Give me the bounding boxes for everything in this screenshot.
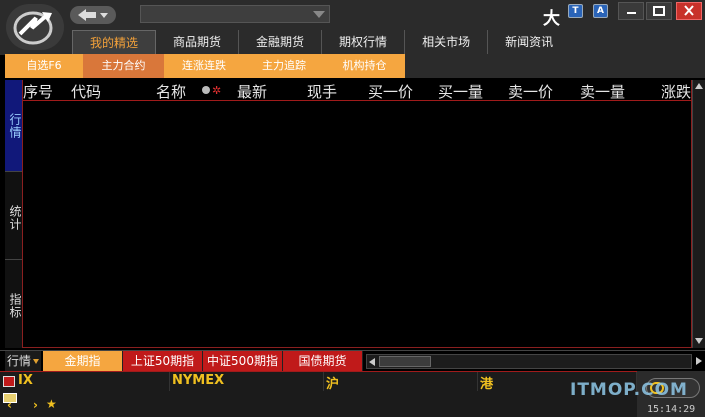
text-a-icon[interactable]: A: [593, 4, 608, 18]
market-tab-sse50[interactable]: 上证50期指: [123, 351, 203, 371]
tab-financial-futures[interactable]: 金融期货: [239, 30, 323, 54]
search-combobox[interactable]: [140, 5, 330, 23]
col-header-bid-price[interactable]: 买一价: [368, 81, 413, 102]
subtab-institutional-holdings[interactable]: 机构持仓: [324, 54, 405, 78]
subtab-main-tracking[interactable]: 主力追踪: [244, 54, 324, 78]
minimize-button[interactable]: [618, 2, 644, 20]
quote-table[interactable]: 序号 代码 名称 ✲ 最新 现手 买一价 买一量 卖一价 卖一量 涨跌: [22, 80, 693, 348]
subtab-consecutive-moves[interactable]: 连涨连跌: [164, 54, 244, 78]
app-logo-icon: [6, 4, 64, 50]
dot-icon[interactable]: [202, 86, 210, 94]
scroll-left-icon[interactable]: [369, 358, 375, 366]
subtab-watchlist[interactable]: 自选F6: [5, 54, 83, 78]
sidetab-indicators[interactable]: 指标: [5, 260, 22, 348]
market-tab-bar: 行情 金期指 上证50期指 中证500期指 国债期货: [0, 350, 705, 371]
tab-options-quotes[interactable]: 期权行情: [322, 30, 406, 54]
table-header: 序号 代码 名称 ✲ 最新 现手 买一价 买一量 卖一价 卖一量 涨跌: [23, 80, 693, 101]
back-button[interactable]: [70, 6, 116, 24]
col-header-current-volume[interactable]: 现手: [307, 81, 337, 102]
close-icon: [684, 5, 694, 16]
maximize-icon: [653, 6, 665, 16]
col-header-bid-volume[interactable]: 买一量: [438, 81, 483, 102]
ticker-cell[interactable]: IX: [16, 372, 170, 391]
watermark: ITMOP.COM: [570, 380, 688, 400]
ticker-hongkong: 港: [480, 377, 494, 392]
clock-time: 15:14:29: [647, 404, 696, 415]
side-tab-bar: 行情 统计 指标: [5, 80, 22, 348]
scroll-thumb[interactable]: [379, 356, 431, 367]
col-header-change[interactable]: 涨跌: [661, 81, 691, 102]
maximize-button[interactable]: [646, 2, 672, 20]
chevron-down-icon[interactable]: [313, 11, 325, 18]
quotes-menu-label: 行情: [7, 354, 32, 368]
font-size-button[interactable]: 大: [543, 4, 560, 29]
next-arrow-icon[interactable]: ›: [33, 398, 38, 412]
market-tab-csi500[interactable]: 中证500期指: [203, 351, 283, 371]
scroll-down-icon[interactable]: [695, 338, 703, 344]
star-icon[interactable]: ★: [46, 397, 57, 411]
ticker-cell[interactable]: NYMEX: [170, 372, 324, 391]
quotes-menu-button[interactable]: 行情: [5, 351, 41, 371]
col-header-last[interactable]: 最新: [237, 81, 267, 102]
sidetab-quotes[interactable]: 行情: [5, 80, 22, 172]
scroll-up-icon[interactable]: [695, 83, 703, 89]
ticker-ix: IX: [18, 373, 33, 388]
minimize-icon: [627, 12, 636, 14]
col-header-index[interactable]: 序号: [23, 81, 53, 102]
close-button[interactable]: [676, 2, 702, 20]
caret-down-icon: [33, 359, 39, 364]
back-arrow-icon: [78, 9, 108, 21]
tab-news[interactable]: 新闻资讯: [488, 30, 570, 54]
col-header-ask-price[interactable]: 卖一价: [508, 81, 553, 102]
col-header-name[interactable]: 名称: [156, 81, 186, 102]
flag-icon[interactable]: [3, 376, 15, 387]
ticker-nymex: NYMEX: [172, 373, 225, 388]
col-header-code[interactable]: 代码: [71, 81, 101, 102]
ticker-cell[interactable]: 沪: [324, 372, 478, 392]
vertical-scrollbar[interactable]: [692, 80, 705, 348]
sidetab-statistics[interactable]: 统计: [5, 172, 22, 260]
gear-icon[interactable]: ✲: [212, 84, 221, 97]
title-bar: 大 T A 我的精选 商品期货 金融期货 期权行情 相关市场 新闻资讯: [0, 0, 705, 55]
tab-related-markets[interactable]: 相关市场: [405, 30, 489, 54]
prev-arrow-icon[interactable]: ‹: [7, 398, 12, 412]
scroll-right-icon[interactable]: [696, 357, 702, 365]
subtab-filler: [405, 54, 705, 78]
market-tab-treasury[interactable]: 国债期货: [283, 351, 363, 371]
tab-commodity-futures[interactable]: 商品期货: [156, 30, 240, 54]
main-tab-bar: 我的精选 商品期货 金融期货 期权行情 相关市场 新闻资讯: [72, 30, 570, 54]
tab-my-selection[interactable]: 我的精选: [72, 30, 157, 54]
subtab-main-contracts[interactable]: 主力合约: [83, 54, 164, 78]
col-header-ask-volume[interactable]: 卖一量: [580, 81, 625, 102]
ticker-shanghai: 沪: [326, 377, 340, 392]
market-tab-gold-index[interactable]: 金期指: [43, 351, 123, 371]
text-t-icon[interactable]: T: [568, 4, 583, 18]
sub-tab-bar: 自选F6 主力合约 连涨连跌 主力追踪 机构持仓: [5, 54, 405, 78]
horizontal-scrollbar[interactable]: [366, 354, 692, 369]
